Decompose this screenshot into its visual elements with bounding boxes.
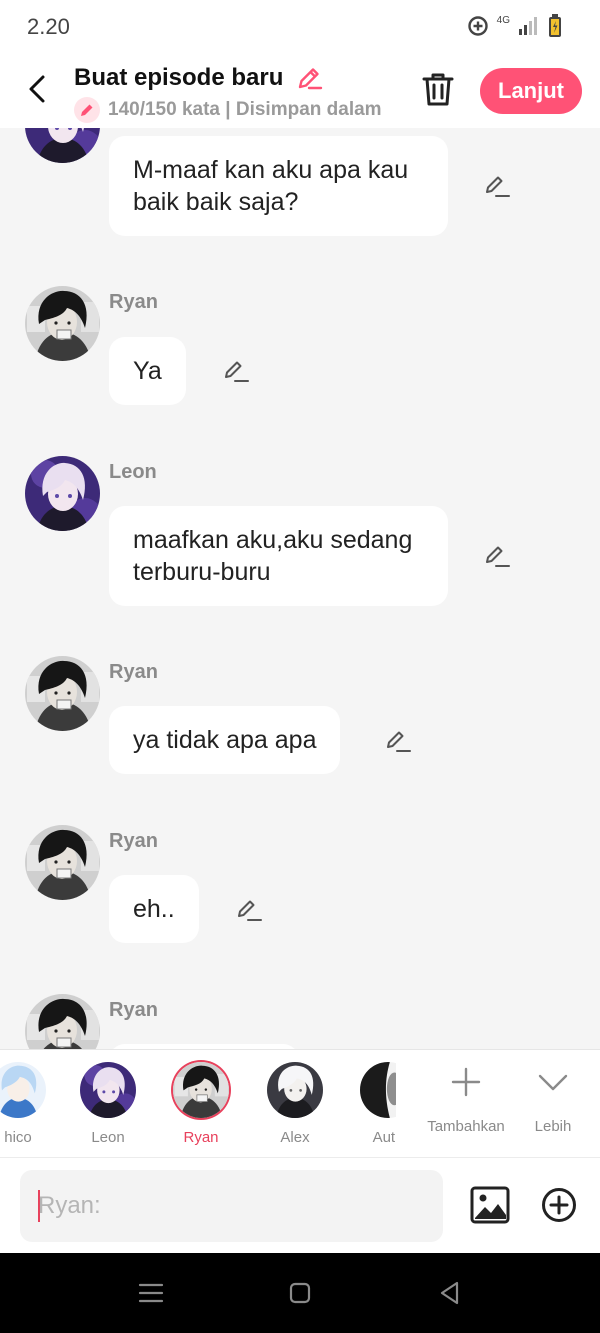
message-text: Ya: [133, 357, 162, 385]
character-avatar: [80, 1062, 136, 1118]
message-text: ya tidak apa apa: [133, 726, 317, 754]
trash-icon[interactable]: [420, 70, 456, 108]
status-time: 2.20: [27, 14, 70, 39]
message-bubble[interactable]: M-maaf kan aku apa kau baik baik saja?: [109, 136, 448, 236]
chat-area[interactable]: M-maaf kan aku apa kau baik baik saja? R…: [0, 128, 600, 1050]
message-bubble[interactable]: Ya: [109, 337, 186, 405]
message-input[interactable]: [38, 1170, 428, 1242]
system-navigation-bar: [0, 1253, 600, 1333]
status-icons: 4G: [467, 14, 562, 38]
speaker-name: Ryan: [109, 291, 158, 313]
character-avatar: [0, 1062, 46, 1118]
edit-message-icon[interactable]: [483, 172, 511, 200]
character-name: Auth: [372, 1129, 396, 1146]
edit-message-icon[interactable]: [384, 727, 412, 755]
character-name: Leon: [91, 1129, 125, 1146]
message: Leon maafkan aku,aku sedang terburu-buru: [0, 456, 600, 606]
message-text: M-maaf kan aku apa kau baik baik saja?: [133, 156, 409, 216]
add-character-label: Tambahkan: [427, 1118, 505, 1135]
message-input-box[interactable]: [20, 1170, 443, 1242]
message-text: eh..: [133, 895, 175, 923]
avatar: [25, 656, 100, 731]
page-title: Buat episode baru: [74, 64, 284, 91]
chevron-down-icon: [538, 1074, 568, 1091]
next-button[interactable]: Lanjut: [480, 68, 582, 114]
edit-message-icon[interactable]: [483, 542, 511, 570]
plus-circle-icon[interactable]: [541, 1187, 577, 1223]
character-leon[interactable]: Leon: [63, 1050, 153, 1157]
message: Ryan ya tidak apa apa: [0, 656, 600, 776]
back-button[interactable]: [20, 72, 54, 106]
app-header: Buat episode baru 140/150 kata | Disimpa…: [0, 56, 600, 128]
word-count-row: 140/150 kata | Disimpan dalam: [74, 97, 382, 123]
character-avatar: [173, 1062, 229, 1118]
add-character-button[interactable]: Tambahkan: [420, 1050, 512, 1157]
message-bubble[interactable]: ya tidak apa apa: [109, 706, 341, 774]
character-hico[interactable]: hico: [0, 1050, 63, 1157]
speaker-name: Leon: [109, 461, 157, 483]
character-name: Alex: [280, 1129, 310, 1146]
character-alex[interactable]: Alex: [250, 1050, 340, 1157]
character-auth[interactable]: Auth: [343, 1050, 396, 1157]
character-ryan[interactable]: Ryan: [156, 1050, 246, 1157]
avatar: [25, 286, 100, 361]
pencil-icon: [81, 104, 93, 116]
status-bar: 2.20 4G: [0, 0, 600, 56]
message: M-maaf kan aku apa kau baik baik saja?: [0, 128, 600, 240]
more-characters-button[interactable]: Lebih: [522, 1050, 584, 1157]
plus-icon: [451, 1067, 481, 1097]
battery-icon: [549, 14, 561, 37]
message-bubble[interactable]: maafkan aku,aku sedang terburu-buru: [109, 506, 448, 606]
image-icon[interactable]: [470, 1185, 510, 1225]
character-avatar: [360, 1062, 396, 1118]
avatar: [25, 128, 100, 163]
message: Ryan: [0, 994, 600, 1050]
speaker-name: Ryan: [109, 830, 158, 852]
message: Ryan Ya: [0, 286, 600, 406]
avatar: [25, 825, 100, 900]
edit-title-icon[interactable]: [294, 63, 324, 93]
home-icon[interactable]: [286, 1279, 314, 1307]
character-name: hico: [4, 1129, 32, 1146]
character-avatar: [267, 1062, 323, 1118]
network-label: 4G: [496, 14, 510, 26]
signal-icon: [519, 17, 537, 35]
speaker-name: Ryan: [109, 999, 158, 1021]
edit-message-icon[interactable]: [222, 357, 250, 385]
more-characters-label: Lebih: [534, 1118, 572, 1135]
character-selector: hico Leon Ryan Alex Auth Tambahkan Lebih: [0, 1049, 600, 1157]
back-icon: [29, 75, 45, 103]
pencil-badge: [74, 97, 100, 123]
message-text: maafkan aku,aku sedang terburu-buru: [133, 526, 413, 586]
character-name: Ryan: [183, 1129, 219, 1146]
word-count-status: 140/150 kata | Disimpan dalam: [108, 99, 382, 120]
data-saver-icon: [467, 16, 488, 36]
back-triangle-icon[interactable]: [436, 1279, 464, 1307]
message: Ryan eh..: [0, 825, 600, 945]
speaker-name: Ryan: [109, 661, 158, 683]
avatar: [25, 456, 100, 531]
avatar: [25, 994, 100, 1050]
message-composer: [0, 1157, 600, 1253]
message-bubble[interactable]: eh..: [109, 875, 199, 943]
edit-message-icon[interactable]: [235, 896, 263, 924]
menu-icon[interactable]: [137, 1279, 165, 1307]
